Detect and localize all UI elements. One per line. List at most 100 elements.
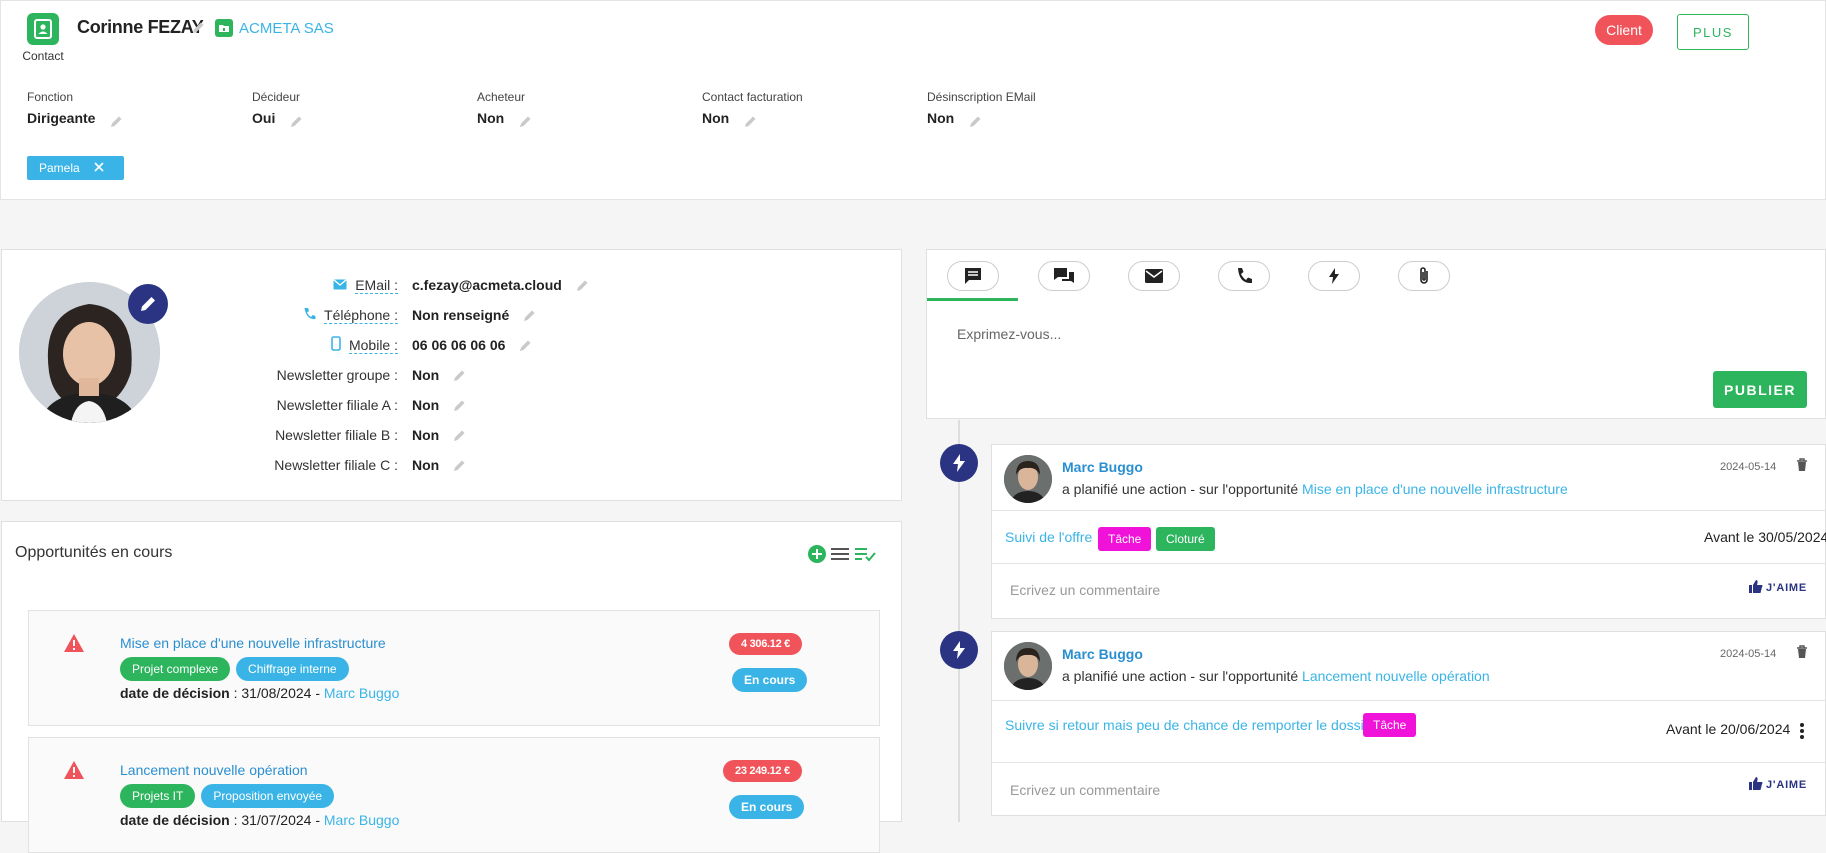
comment-input[interactable]: Ecrivez un commentaire [1010,782,1160,798]
decision-date-label: date de décision [120,812,230,828]
field-desinscription-email: Désinscription EMail Non [927,90,1036,128]
client-status-badge: Client [1595,15,1653,45]
opportunities-title: Opportunités en cours [15,544,173,561]
field-fonction: Fonction Dirigeante [27,90,123,128]
contact-name: Corinne FEZAY [77,17,204,37]
newsletter-filiale-b-row: Newsletter filiale B : Non [2,425,902,445]
edit-pencil-icon[interactable] [453,399,466,412]
activity-divider [992,762,1825,763]
activity-date: 2024-05-14 [1720,461,1777,473]
email-value-wrap: c.fezay@acmeta.cloud [412,277,589,293]
edit-pencil-icon[interactable] [744,115,757,128]
more-options-icon[interactable] [1800,723,1804,744]
newsletter-filiale-a-label: Newsletter filiale A : [276,397,398,413]
mail-icon [333,277,347,293]
activity-author[interactable]: Marc Buggo [1062,459,1143,475]
opportunity-owner[interactable]: Marc Buggo [324,812,399,828]
opportunity-owner[interactable]: Marc Buggo [324,685,399,701]
activity-date: 2024-05-14 [1720,648,1777,660]
edit-pencil-icon[interactable] [519,115,532,128]
company-name[interactable]: ACMETA SAS [239,20,334,37]
email-value[interactable]: c.fezay@acmeta.cloud [412,277,562,293]
publish-button[interactable]: PUBLIER [1713,371,1807,408]
mobile-icon [331,336,341,354]
paperclip-icon[interactable] [1398,261,1450,291]
newsletter-filiale-c-value: Non [412,457,440,473]
assigned-tag: Pamela [27,156,124,180]
newsletter-filiale-b-label: Newsletter filiale B : [275,427,398,443]
field-decideur: Décideur Oui [252,90,303,128]
edit-pencil-icon[interactable] [519,339,532,352]
activity-divider [992,700,1825,701]
edit-pencil-icon[interactable] [523,309,536,322]
field-label: Fonction [27,90,74,104]
activity-deadline: Avant le 30/05/2024 [1704,529,1826,545]
field-value: Non [702,110,730,126]
contact-profile-card: EMail : c.fezay@acmeta.cloud Téléphone :… [1,249,902,501]
comment-icon[interactable] [947,261,999,291]
opportunity-tag: Proposition envoyée [201,784,335,808]
opportunity-item[interactable]: Lancement nouvelle opération Projets IT … [28,737,880,853]
edit-pencil-icon[interactable] [453,369,466,382]
edit-pencil-icon[interactable] [453,459,466,472]
activity-task[interactable]: Suivre si retour mais peu de chance de r… [1005,717,1376,733]
phone-icon [303,307,316,323]
opportunity-tag: Chiffrage interne [236,657,349,681]
trash-icon[interactable] [1796,458,1808,477]
mobile-label-text: Mobile : [348,336,398,354]
task-status-badge: Cloturé [1156,527,1215,551]
activity-divider [992,510,1825,511]
contact-card-icon [27,13,59,45]
activity-opportunity-link[interactable]: Mise en place d'une nouvelle infrastruct… [1302,481,1568,497]
comment-input[interactable]: Ecrivez un commentaire [1010,582,1160,598]
phone-icon[interactable] [1218,261,1270,291]
trash-icon[interactable] [1796,645,1808,664]
activity-divider [992,563,1825,564]
remove-tag-icon[interactable] [94,161,104,175]
plus-button[interactable]: PLUS [1677,14,1749,50]
newsletter-filiale-a-row: Newsletter filiale A : Non [2,395,902,415]
decision-date-value: : 31/08/2024 - [229,685,324,701]
edit-pencil-icon[interactable] [110,115,123,128]
chat-icon[interactable] [1038,261,1090,291]
contact-header: Contact Corinne FEZAY ACMETA SAS Client … [0,0,1826,200]
edit-pencil-icon[interactable] [576,279,589,292]
active-tab-indicator [927,298,1018,301]
newsletter-groupe-value: Non [412,367,440,383]
company-link[interactable]: ACMETA SAS [215,19,334,37]
composer-input[interactable]: Exprimez-vous... [957,326,1061,342]
field-contact-facturation: Contact facturation Non [702,90,803,128]
edit-pencil-icon[interactable] [290,115,303,128]
telephone-label: Téléphone : [303,307,398,324]
like-button[interactable]: J'AIME [1749,580,1807,596]
opportunity-title[interactable]: Mise en place d'une nouvelle infrastruct… [120,635,386,651]
thumbs-up-icon [1749,777,1763,793]
newsletter-groupe-row: Newsletter groupe : Non [2,365,902,385]
folder-icon [215,19,233,37]
activity-action: a planifié une action - sur l'opportunit… [1062,668,1303,684]
list-view-icon[interactable] [830,546,850,567]
opportunities-panel: Opportunités en cours Mise en place d'un… [1,521,902,853]
edit-pencil-icon[interactable] [969,115,982,128]
email-label: EMail : [333,277,398,294]
telephone-label-text: Téléphone : [324,306,398,324]
activity-task[interactable]: Suivi de l'offre [1005,529,1092,545]
opportunity-tag: Projets IT [120,784,196,808]
decision-date-label: date de décision [120,685,230,701]
envelope-icon[interactable] [1128,261,1180,291]
lightning-icon[interactable] [1308,261,1360,291]
edit-name-pencil-icon[interactable] [192,21,205,34]
opportunity-title[interactable]: Lancement nouvelle opération [120,762,308,778]
activity-opportunity-link[interactable]: Lancement nouvelle opération [1302,668,1490,684]
activity-author[interactable]: Marc Buggo [1062,646,1143,662]
tag-label: Pamela [39,161,80,175]
opportunity-item[interactable]: Mise en place d'une nouvelle infrastruct… [28,610,880,726]
field-value: Oui [252,110,276,126]
edit-pencil-icon[interactable] [453,429,466,442]
newsletter-filiale-b-value-wrap: Non [412,427,466,443]
add-opportunity-icon[interactable] [808,545,826,568]
contact-type: Contact [21,13,65,63]
checklist-icon[interactable] [854,546,876,567]
mobile-value: 06 06 06 06 06 [412,337,506,353]
like-button[interactable]: J'AIME [1749,777,1807,793]
